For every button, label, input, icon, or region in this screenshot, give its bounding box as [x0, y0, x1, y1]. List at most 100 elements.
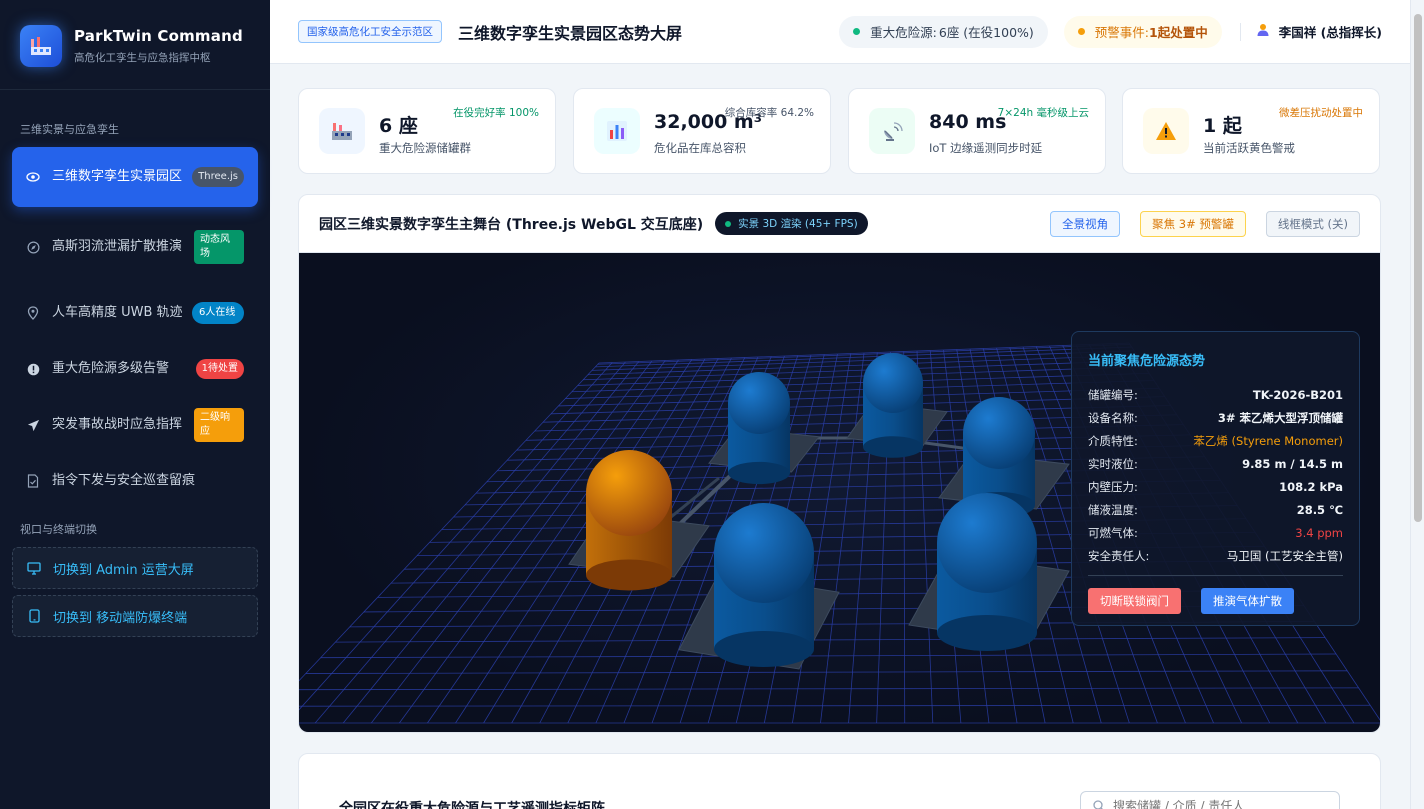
- matrix-title: 全园区在役重大危险源与工艺遥测指标矩阵: [339, 801, 605, 809]
- user-name[interactable]: 李国祥 (总指挥长): [1279, 22, 1382, 41]
- wireframe-toggle-button[interactable]: 线框模式 (关): [1265, 210, 1360, 237]
- panel-title: 当前聚焦危险源态势: [1088, 354, 1206, 369]
- info-key: 储罐编号:: [1088, 387, 1138, 402]
- render-status-text: 实景 3D 渲染 (45+ FPS): [738, 218, 858, 230]
- kpi-note: 7×24h 毫秒级上云: [997, 107, 1089, 119]
- section-label-viewport: 视口与终端切换: [20, 523, 97, 536]
- sidebar-item-digital-twin[interactable]: 三维数字孪生实景园区 Three.js: [12, 147, 258, 207]
- info-value: 马卫国 (工艺安全主管): [1226, 548, 1343, 563]
- hazard-value: 6座 (在役100%): [938, 25, 1034, 40]
- live-dot-icon: [725, 220, 732, 227]
- info-key: 内壁压力:: [1088, 479, 1138, 494]
- alert-status-pill[interactable]: 预警事件: 1起处置中: [1063, 15, 1222, 48]
- warning-icon: [1143, 108, 1189, 154]
- page-scrollbar[interactable]: [1410, 0, 1424, 809]
- tank-group: [568, 353, 1070, 670]
- info-value: 9.85 m / 14.5 m: [1242, 456, 1343, 471]
- info-row: 安全责任人: 马卫国 (工艺安全主管): [1088, 544, 1343, 567]
- sidebar-item-patrol[interactable]: 指令下发与安全巡查留痕: [12, 457, 258, 505]
- mobile-icon: [27, 609, 41, 623]
- cut-valve-button[interactable]: 切断联锁阀门: [1088, 588, 1181, 614]
- compass-icon: [26, 240, 40, 254]
- hazard-prefix: 重大危险源:: [870, 25, 937, 40]
- tank-dome[interactable]: [937, 493, 1037, 593]
- sidebar-item-label: 高斯羽流泄漏扩散推演: [52, 239, 183, 254]
- status-badge: 动态风场: [194, 230, 244, 264]
- tank-dome[interactable]: [714, 503, 814, 603]
- stage-title: 园区三维实景数字孪生主舞台 (Three.js WebGL 交互底座): [319, 216, 704, 233]
- info-key: 设备名称:: [1088, 410, 1138, 425]
- status-badge: 6人在线: [192, 302, 244, 324]
- info-row: 可燃气体: 3.4 ppm: [1088, 521, 1343, 544]
- location-pin-icon: [26, 306, 40, 320]
- monitor-icon: [27, 561, 41, 575]
- info-value: 苯乙烯 (Styrene Monomer): [1193, 433, 1343, 448]
- user-avatar-icon: [1257, 22, 1269, 41]
- panel-actions: 切断联锁阀门 推演气体扩散: [1088, 575, 1343, 614]
- kpi-card-latency: 840 ms IoT 边缘遥测同步时延 7×24h 毫秒级上云: [848, 88, 1106, 174]
- info-value: 28.5 ℃: [1296, 502, 1343, 517]
- satellite-dish-icon: [869, 108, 915, 154]
- panorama-view-button[interactable]: 全景视角: [1050, 210, 1121, 237]
- simulate-dispersion-button[interactable]: 推演气体扩散: [1201, 588, 1294, 614]
- tank-dome[interactable]: [863, 353, 923, 413]
- alert-value: 1起处置中: [1149, 25, 1208, 40]
- warn-dot-icon: [1077, 28, 1085, 35]
- info-key: 安全责任人:: [1088, 548, 1150, 563]
- info-key: 介质特性:: [1088, 433, 1138, 448]
- scrollbar-thumb[interactable]: [1414, 14, 1422, 522]
- status-badge: 二级响应: [194, 408, 244, 442]
- tank-dome[interactable]: [728, 372, 790, 434]
- info-value: 3# 苯乙烯大型浮顶储罐: [1217, 410, 1343, 425]
- ok-dot-icon: [853, 28, 861, 35]
- kpi-note: 微差压扰动处置中: [1279, 107, 1363, 119]
- top-header: 国家级高危化工安全示范区 三维数字孪生实景园区态势大屏 重大危险源: 6座 (在…: [270, 0, 1410, 64]
- digital-twin-stage: 园区三维实景数字孪生主舞台 (Three.js WebGL 交互底座) 实景 3…: [298, 194, 1381, 733]
- search-icon: [1093, 797, 1105, 809]
- info-key: 实时液位:: [1088, 456, 1138, 471]
- kpi-label: IoT 边缘遥测同步时延: [929, 141, 1043, 155]
- switch-mobile-button[interactable]: 切换到 移动端防爆终端: [12, 595, 258, 637]
- factory-icon: [319, 108, 365, 154]
- matrix-search-box[interactable]: [1080, 791, 1340, 809]
- kpi-card-inventory: 32,000 m³ 危化品在库总容积 综合库容率 64.2%: [573, 88, 831, 174]
- bar-chart-icon: [594, 108, 640, 154]
- tank-dome[interactable]: [963, 397, 1035, 469]
- send-icon: [26, 418, 40, 432]
- info-row: 储液温度: 28.5 ℃: [1088, 498, 1343, 521]
- switch-admin-button[interactable]: 切换到 Admin 运营大屏: [12, 547, 258, 589]
- kpi-value: 840 ms: [929, 111, 1007, 133]
- status-badge: 1待处置: [195, 359, 244, 379]
- focused-tank-panel: 当前聚焦危险源态势 储罐编号: TK-2026-B201 设备名称: 3# 苯乙烯大…: [1071, 331, 1360, 626]
- alert-tank-dome[interactable]: [586, 450, 672, 536]
- brand-title: ParkTwin Command: [74, 26, 243, 45]
- info-value: 108.2 kPa: [1279, 479, 1343, 494]
- sidebar-item-emergency[interactable]: 突发事故战时应急指挥 二级响应: [12, 393, 258, 457]
- kpi-value: 6 座: [379, 115, 418, 137]
- alert-prefix: 预警事件:: [1094, 25, 1150, 40]
- tank-bottom: [937, 615, 1037, 651]
- kpi-label: 当前活跃黄色警戒: [1203, 141, 1295, 155]
- divider: [1239, 22, 1241, 41]
- sidebar-item-uwb[interactable]: 人车高精度 UWB 轨迹 6人在线: [12, 281, 258, 345]
- sidebar-item-label: 重大危险源多级告警: [52, 361, 170, 376]
- kpi-note: 综合库容率 64.2%: [724, 107, 814, 119]
- sidebar-item-label: 指令下发与安全巡查留痕: [52, 473, 196, 488]
- webgl-viewport[interactable]: 当前聚焦危险源态势 储罐编号: TK-2026-B201 设备名称: 3# 苯乙烯大…: [299, 253, 1380, 732]
- alert-circle-icon: [26, 362, 40, 376]
- info-key: 储液温度:: [1088, 502, 1138, 517]
- search-input[interactable]: [1113, 799, 1313, 809]
- tank-bottom: [586, 559, 672, 591]
- tech-badge: Three.js: [192, 167, 244, 187]
- sidebar-item-plume[interactable]: 高斯羽流泄漏扩散推演 动态风场: [12, 215, 258, 279]
- factory-icon: [20, 24, 62, 67]
- switch-admin-label: 切换到 Admin 运营大屏: [53, 562, 194, 578]
- focus-tank-button[interactable]: 聚焦 3# 预警罐: [1140, 210, 1246, 237]
- kpi-card-hazard-sources: 6 座 重大危险源储罐群 在役完好率 100%: [298, 88, 556, 174]
- info-row: 介质特性: 苯乙烯 (Styrene Monomer): [1088, 429, 1343, 452]
- sidebar-item-label: 突发事故战时应急指挥: [52, 417, 183, 432]
- kpi-label: 危化品在库总容积: [654, 141, 746, 155]
- switch-mobile-label: 切换到 移动端防爆终端: [53, 610, 188, 626]
- info-key: 可燃气体:: [1088, 525, 1138, 540]
- sidebar-item-hazard-alarm[interactable]: 重大危险源多级告警 1待处置: [12, 345, 258, 393]
